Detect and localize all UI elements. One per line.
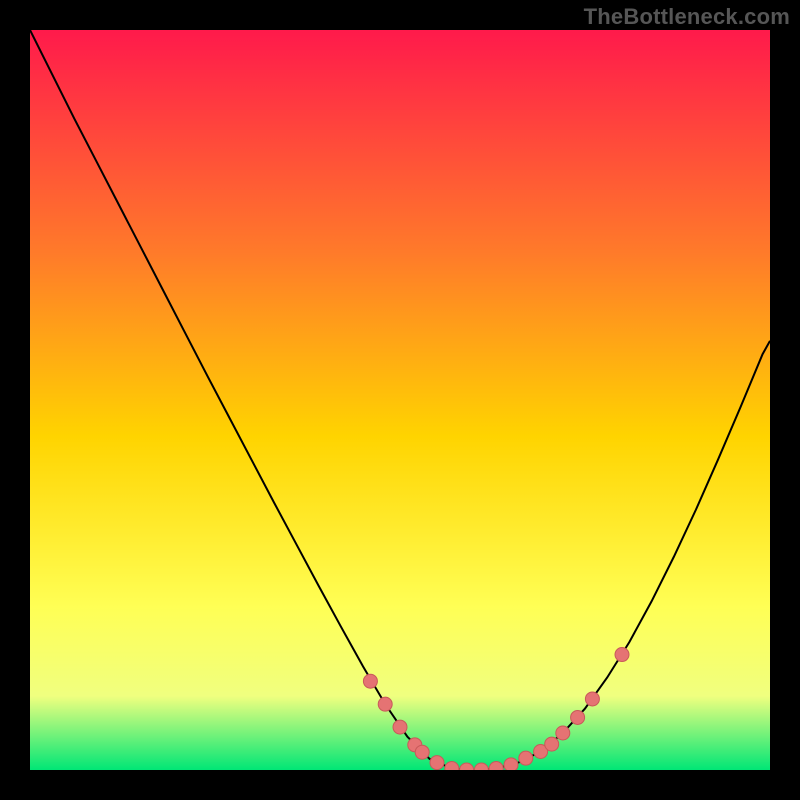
gradient-background	[30, 30, 770, 770]
curve-marker	[415, 745, 429, 759]
curve-marker	[393, 720, 407, 734]
attribution-text: TheBottleneck.com	[584, 4, 790, 30]
curve-marker	[430, 756, 444, 770]
chart-svg	[30, 30, 770, 770]
stage: TheBottleneck.com	[0, 0, 800, 800]
curve-marker	[615, 648, 629, 662]
curve-marker	[363, 674, 377, 688]
curve-marker	[545, 737, 559, 751]
chart-plot-area	[30, 30, 770, 770]
curve-marker	[378, 697, 392, 711]
curve-marker	[571, 710, 585, 724]
curve-marker	[504, 758, 518, 770]
curve-marker	[556, 726, 570, 740]
curve-marker	[519, 751, 533, 765]
curve-marker	[585, 692, 599, 706]
